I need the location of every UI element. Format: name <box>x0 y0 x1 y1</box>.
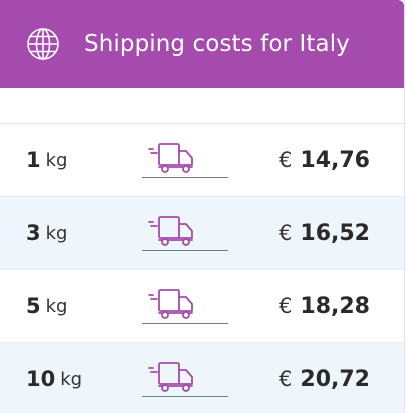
weight-label: 5 kg <box>26 270 67 342</box>
price-label: € 16,52 <box>279 197 370 269</box>
globe-icon <box>27 28 59 60</box>
delivery-truck-icon <box>148 216 193 246</box>
price-label: € 18,28 <box>279 270 370 342</box>
currency-symbol: € <box>279 367 293 391</box>
delivery-option[interactable] <box>142 140 228 178</box>
shipping-cost-card: Shipping costs for Italy 1 kg € 14,76 3 <box>0 0 405 413</box>
weight-value: 3 <box>26 221 41 245</box>
price-label: € 14,76 <box>279 124 370 196</box>
price-value: 14,76 <box>300 147 370 173</box>
currency-symbol: € <box>279 294 293 318</box>
weight-value: 5 <box>26 294 41 318</box>
rate-row: 10 kg € 20,72 <box>0 343 404 413</box>
weight-unit: kg <box>60 368 83 390</box>
rate-row: 1 kg € 14,76 <box>0 124 404 197</box>
delivery-truck-icon <box>148 143 193 173</box>
weight-label: 10 kg <box>26 343 82 413</box>
weight-unit: kg <box>45 222 68 244</box>
currency-symbol: € <box>279 221 293 245</box>
header-spacer <box>0 88 404 124</box>
price-value: 20,72 <box>300 366 370 392</box>
weight-unit: kg <box>45 149 68 171</box>
price-value: 16,52 <box>300 220 370 246</box>
delivery-truck-icon <box>148 289 193 319</box>
page-title: Shipping costs for Italy <box>84 31 350 57</box>
card-header: Shipping costs for Italy <box>0 0 404 88</box>
price-label: € 20,72 <box>279 343 370 413</box>
price-value: 18,28 <box>300 293 370 319</box>
weight-unit: kg <box>45 295 68 317</box>
weight-value: 1 <box>26 148 41 172</box>
delivery-truck-icon <box>148 362 193 392</box>
weight-label: 3 kg <box>26 197 67 269</box>
rate-row: 3 kg € 16,52 <box>0 197 404 270</box>
delivery-option[interactable] <box>142 359 228 397</box>
weight-value: 10 <box>26 367 56 391</box>
weight-label: 1 kg <box>26 124 67 196</box>
delivery-option[interactable] <box>142 286 228 324</box>
delivery-option[interactable] <box>142 213 228 251</box>
currency-symbol: € <box>279 148 293 172</box>
rate-row: 5 kg € 18,28 <box>0 270 404 343</box>
